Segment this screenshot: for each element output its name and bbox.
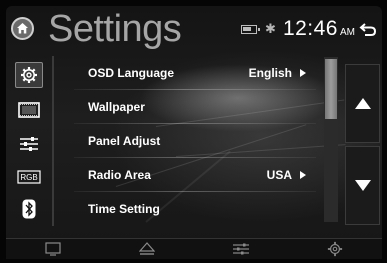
list-item-time-setting[interactable]: Time Setting (60, 192, 316, 226)
up-arrow-icon (354, 98, 371, 109)
bluetooth-icon (22, 199, 36, 219)
bottom-bar (6, 238, 382, 259)
bluetooth-status-icon: ✱ (265, 21, 276, 36)
bottom-item-eject[interactable] (100, 239, 194, 259)
bottom-item-display[interactable] (6, 239, 100, 259)
home-icon (17, 23, 28, 34)
clock-time: 12:46 (282, 17, 338, 40)
status-area: ✱ 12:46 AM (241, 17, 377, 41)
list-scrollbar[interactable] (324, 57, 338, 222)
bottom-item-settings[interactable] (288, 239, 382, 259)
scrollbar-thumb[interactable] (325, 59, 337, 119)
equalizer-icon (233, 243, 249, 255)
sidebar-item-bluetooth[interactable] (17, 197, 41, 221)
list-item-panel-adjust[interactable]: Panel Adjust (60, 124, 316, 158)
sidebar-item-rgb[interactable]: RGB (17, 165, 41, 189)
battery-icon (241, 24, 261, 34)
sidebar-divider (52, 56, 54, 226)
settings-gear-icon (21, 67, 37, 83)
eject-icon (139, 242, 155, 255)
home-button[interactable] (11, 17, 34, 40)
scroll-up-button[interactable] (345, 64, 380, 143)
bottom-item-equalizer[interactable] (194, 239, 288, 259)
wallpaper-screen-icon (18, 102, 40, 118)
scroll-down-button[interactable] (345, 146, 380, 225)
page-title: Settings (48, 8, 182, 50)
sidebar-item-general[interactable] (15, 62, 43, 88)
chevron-right-icon (300, 69, 306, 77)
list-item-label: OSD Language (88, 66, 175, 80)
sliders-icon (20, 137, 38, 151)
list-item-label: Panel Adjust (88, 134, 161, 148)
list-item-label: Radio Area (88, 168, 151, 182)
chevron-right-icon (300, 171, 306, 179)
back-icon[interactable] (359, 20, 377, 38)
car-head-unit-screen: Settings ✱ 12:46 AM RGB OSD Language Eng… (0, 0, 387, 263)
list-item-label: Wallpaper (88, 100, 145, 114)
list-item-wallpaper[interactable]: Wallpaper (60, 90, 316, 124)
list-item-osd-language[interactable]: OSD Language English (60, 56, 316, 90)
clock-ampm: AM (340, 27, 355, 38)
list-item-value: USA (266, 168, 292, 182)
list-item-radio-area[interactable]: Radio Area USA (60, 158, 316, 192)
down-arrow-icon (354, 180, 371, 191)
display-icon (45, 242, 61, 256)
rgb-icon-label: RGB (20, 173, 37, 182)
sidebar-item-display[interactable] (17, 98, 41, 122)
list-item-value: English (248, 66, 292, 80)
rgb-icon: RGB (17, 170, 41, 184)
gear-icon (327, 241, 343, 257)
sidebar-item-audio[interactable] (17, 132, 41, 156)
list-item-label: Time Setting (88, 202, 160, 216)
